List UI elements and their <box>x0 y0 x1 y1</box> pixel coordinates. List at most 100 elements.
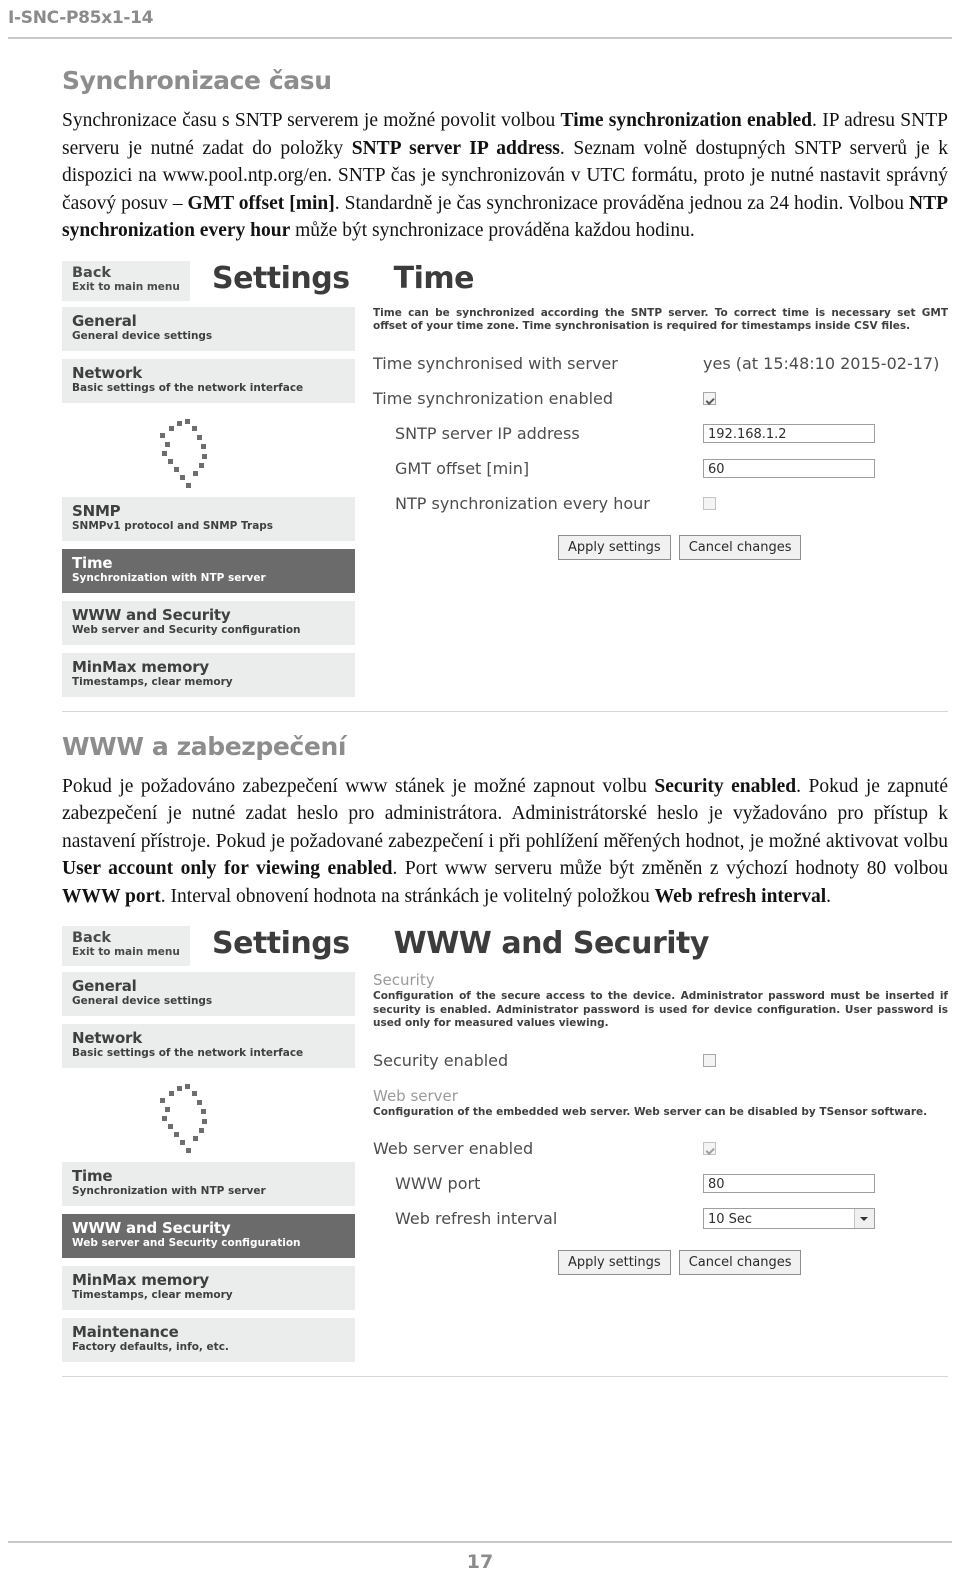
field-label: Security enabled <box>373 1050 509 1070</box>
ui-body-time: General General device settings Network … <box>62 306 948 705</box>
field-label: GMT offset [min] <box>395 458 530 478</box>
app-title-time: Settings <box>212 260 350 296</box>
sidebar-item-minmax-memory[interactable]: MinMax memory Timestamps, clear memory <box>62 1266 355 1310</box>
sidebar-item-title: Network <box>72 1029 143 1047</box>
ntp-synchronization-every-hour-checkbox[interactable] <box>703 496 716 510</box>
security-description: Configuration of the secure access to th… <box>373 990 948 1029</box>
time-synchronization-enabled-checkbox[interactable] <box>703 391 716 405</box>
back-button-title: Back <box>72 930 112 946</box>
sidebar-item-subtitle: SNMPv1 protocol and SNMP Traps <box>72 519 274 532</box>
security-group-title: Security <box>373 971 435 989</box>
sidebar-item-subtitle: Factory defaults, info, etc. <box>72 1341 229 1353</box>
field-time-synchronised-with-server: Time synchronised with server yes (at 15… <box>373 346 948 381</box>
field-label: WWW port <box>395 1174 481 1193</box>
sidebar-item-subtitle: Timestamps, clear memory <box>72 675 233 688</box>
field-security-enabled: Security enabled <box>373 1043 948 1078</box>
sidebar-nav-www: General General device settings Network … <box>62 972 355 1370</box>
cancel-changes-button[interactable]: Cancel changes <box>678 534 802 560</box>
sntp-server-ip-input[interactable]: 192.168.1.2 <box>703 423 875 443</box>
www-port-input[interactable]: 80 <box>703 1174 875 1193</box>
section-title-time-sync: Synchronizace času <box>62 66 332 95</box>
sidebar-item-general[interactable]: General General device settings <box>62 972 355 1016</box>
field-label: Time synchronised with server <box>373 353 618 373</box>
sidebar-item-time[interactable]: Time Synchronization with NTP server <box>62 548 355 593</box>
ui-body-www: General General device settings Network … <box>62 972 948 1370</box>
sidebar-item-subtitle: Synchronization with NTP server <box>72 571 266 584</box>
sidebar-item-general[interactable]: General General device settings <box>62 306 355 351</box>
sidebar-item-title: MinMax memory <box>72 657 210 676</box>
chevron-decoration <box>62 1076 355 1162</box>
paragraph-www-security: Pokud je požadováno zabezpečení www stán… <box>62 775 948 907</box>
sidebar-item-snmp[interactable]: SNMP SNMPv1 protocol and SNMP Traps <box>62 496 355 541</box>
app-title-www: Settings <box>212 926 350 961</box>
sidebar-item-minmax-memory[interactable]: MinMax memory Timestamps, clear memory <box>62 652 355 697</box>
field-value: yes (at 15:48:10 2015-02-17) <box>703 353 940 373</box>
sidebar-item-subtitle: Basic settings of the network interface <box>72 381 304 394</box>
web-server-enabled-checkbox[interactable] <box>703 1142 716 1155</box>
web-refresh-interval-select[interactable]: 10 Sec <box>703 1208 875 1229</box>
back-button-www[interactable]: Back Exit to main menu <box>62 926 190 966</box>
sidebar-item-subtitle: Web server and Security configuration <box>72 623 301 636</box>
web-refresh-interval-value: 10 Sec <box>708 1212 753 1227</box>
screenshot-settings-www-security: Back Exit to main menu Settings WWW and … <box>62 926 948 1377</box>
sidebar-item-title: WWW and Security <box>72 605 231 624</box>
sidebar-item-subtitle: Web server and Security configuration <box>72 1237 301 1249</box>
field-web-server-enabled: Web server enabled <box>373 1131 948 1166</box>
sidebar-item-time[interactable]: Time Synchronization with NTP server <box>62 1162 355 1206</box>
time-button-row: Apply settings Cancel changes <box>373 534 948 560</box>
sidebar-item-title: General <box>72 311 137 330</box>
sidebar-item-title: Time <box>72 553 113 572</box>
field-label: NTP synchronization every hour <box>395 493 650 513</box>
page-content: Synchronizace času Synchronizace času s … <box>62 66 948 1377</box>
ui-topbar-www: Back Exit to main menu Settings WWW and … <box>62 926 948 972</box>
back-button-title: Back <box>72 264 112 281</box>
dotted-chevron-right-icon <box>160 418 207 488</box>
back-button-subtitle: Exit to main menu <box>72 946 180 958</box>
back-button-subtitle: Exit to main menu <box>72 280 180 293</box>
sidebar-item-title: Network <box>72 363 143 382</box>
settings-panel-time: Time can be synchronized according the S… <box>355 307 948 705</box>
apply-settings-button[interactable]: Apply settings <box>558 1250 671 1275</box>
sidebar-item-subtitle: Timestamps, clear memory <box>72 1289 233 1301</box>
sidebar-item-www-and-security[interactable]: WWW and Security Web server and Security… <box>62 1214 355 1258</box>
webserver-group-title: Web server <box>373 1086 458 1105</box>
field-time-synchronization-enabled: Time synchronization enabled <box>373 381 948 416</box>
sidebar-item-network[interactable]: Network Basic settings of the network in… <box>62 358 355 403</box>
sidebar-item-title: MinMax memory <box>72 1271 210 1289</box>
security-enabled-checkbox[interactable] <box>703 1053 716 1067</box>
field-label: Web refresh interval <box>395 1209 558 1228</box>
field-ntp-synchronization-every-hour: NTP synchronization every hour <box>373 486 948 521</box>
sidebar-item-subtitle: General device settings <box>72 329 213 342</box>
apply-settings-button[interactable]: Apply settings <box>558 534 671 560</box>
sidebar-item-network[interactable]: Network Basic settings of the network in… <box>62 1024 355 1068</box>
sidebar-item-subtitle: Basic settings of the network interface <box>72 1047 304 1059</box>
header-divider <box>8 37 952 39</box>
chevron-decoration <box>62 411 355 497</box>
back-button-time[interactable]: Back Exit to main menu <box>62 260 190 301</box>
sidebar-item-subtitle: Synchronization with NTP server <box>72 1185 266 1197</box>
page-title-www: WWW and Security <box>393 926 710 961</box>
webserver-description: Configuration of the embedded web server… <box>373 1105 928 1118</box>
sidebar-item-www-and-security[interactable]: WWW and Security Web server and Security… <box>62 600 355 645</box>
page-number: 17 <box>466 1551 494 1573</box>
gmt-offset-input[interactable]: 60 <box>703 458 875 478</box>
sidebar-item-title: General <box>72 977 137 995</box>
section-title-www-security: WWW a zabezpečení <box>62 731 347 761</box>
sidebar-nav-time: General General device settings Network … <box>62 306 355 705</box>
sidebar-item-maintenance[interactable]: Maintenance Factory defaults, info, etc. <box>62 1318 355 1362</box>
field-label: SNTP server IP address <box>395 423 580 443</box>
sidebar-item-title: Maintenance <box>72 1323 179 1341</box>
screenshot-settings-time: Back Exit to main menu Settings Time Gen… <box>62 260 948 712</box>
page-footer: 17 <box>8 1541 952 1573</box>
footer-divider <box>8 1541 952 1543</box>
sidebar-item-title: Time <box>72 1167 113 1185</box>
dotted-chevron-right-icon <box>160 1084 207 1153</box>
field-label: Time synchronization enabled <box>373 388 614 408</box>
field-sntp-server-ip-address: SNTP server IP address 192.168.1.2 <box>373 416 948 451</box>
cancel-changes-button[interactable]: Cancel changes <box>678 1250 802 1275</box>
field-gmt-offset: GMT offset [min] 60 <box>373 451 948 486</box>
ui-topbar-time: Back Exit to main menu Settings Time <box>62 260 948 307</box>
chevron-down-icon[interactable] <box>854 1209 874 1228</box>
page-header: I-SNC-P85x1-14 <box>8 8 952 40</box>
field-www-port: WWW port 80 <box>373 1166 948 1201</box>
